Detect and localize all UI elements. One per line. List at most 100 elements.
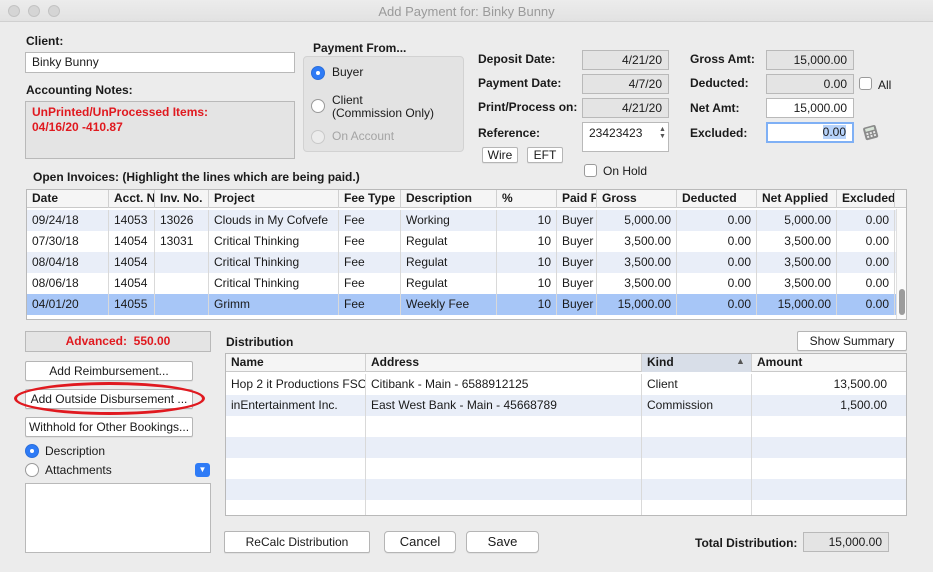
- distribution-table: Name Address Kind ▲ Amount Hop 2 it Prod…: [225, 353, 907, 516]
- reference-stepper-icon[interactable]: ▲ ▼: [659, 126, 666, 140]
- payment-from-on-account-radio[interactable]: [311, 130, 325, 144]
- recalc-distribution-button[interactable]: ReCalc Distribution: [224, 531, 370, 553]
- invoice-row[interactable]: 09/24/18 14053 13026 Clouds in My Cofvef…: [27, 210, 906, 231]
- dist-amount: 13,500.00: [833, 377, 887, 391]
- invoice-deducted: 0.00: [677, 294, 757, 315]
- col-fee-type[interactable]: Fee Type: [339, 190, 401, 208]
- invoice-gross: 3,500.00: [597, 252, 677, 273]
- invoice-description: Weekly Fee: [401, 294, 497, 315]
- accounting-notes-box[interactable]: UnPrinted/UnProcessed Items: 04/16/20 -4…: [25, 101, 295, 159]
- invoice-inv-no: [155, 252, 209, 273]
- attachments-dropdown-icon[interactable]: ▼: [195, 463, 210, 477]
- eft-button[interactable]: EFT: [527, 147, 563, 163]
- withhold-other-bookings-button[interactable]: Withhold for Other Bookings...: [25, 417, 193, 437]
- invoice-row[interactable]: 08/06/18 14054 Critical Thinking Fee Reg…: [27, 273, 906, 294]
- payment-from-client-sublabel: (Commission Only): [332, 106, 435, 120]
- invoice-paid-from: Buyer: [557, 210, 597, 231]
- dist-col-name[interactable]: Name: [226, 354, 366, 372]
- col-deducted[interactable]: Deducted: [677, 190, 757, 208]
- col-gross[interactable]: Gross: [597, 190, 677, 208]
- invoice-inv-no: [155, 273, 209, 294]
- print-process-date-field[interactable]: 4/21/20: [582, 98, 669, 118]
- col-project[interactable]: Project: [209, 190, 339, 208]
- invoice-row-selected[interactable]: 04/01/20 14055 Grimm Fee Weekly Fee 10 B…: [27, 294, 906, 315]
- invoice-gross: 3,500.00: [597, 273, 677, 294]
- invoice-row[interactable]: 08/04/18 14054 Critical Thinking Fee Reg…: [27, 252, 906, 273]
- invoice-net-applied: 3,500.00: [757, 231, 837, 252]
- dist-col-address[interactable]: Address: [366, 354, 642, 372]
- client-field[interactable]: Binky Bunny: [25, 52, 295, 73]
- invoice-gross: 5,000.00: [597, 210, 677, 231]
- open-invoices-header: Date Acct. N Inv. No. Project Fee Type D…: [27, 190, 906, 208]
- invoice-project: Critical Thinking: [209, 273, 339, 294]
- invoice-net-applied: 3,500.00: [757, 252, 837, 273]
- invoice-net-applied: 15,000.00: [757, 294, 837, 315]
- net-amt-field[interactable]: 15,000.00: [766, 98, 854, 118]
- deposit-date-label: Deposit Date:: [478, 52, 556, 66]
- invoice-project: Critical Thinking: [209, 252, 339, 273]
- calculator-icon[interactable]: [862, 123, 880, 141]
- save-button[interactable]: Save: [466, 531, 539, 553]
- excluded-field[interactable]: 0.00: [766, 122, 854, 143]
- distribution-row[interactable]: inEntertainment Inc. East West Bank - Ma…: [226, 395, 906, 416]
- col-acct-no[interactable]: Acct. N: [109, 190, 155, 208]
- col-inv-no[interactable]: Inv. No.: [155, 190, 209, 208]
- invoice-project: Grimm: [209, 294, 339, 315]
- distribution-row[interactable]: Hop 2 it Productions FSO Citibank - Main…: [226, 374, 906, 395]
- deducted-all-checkbox[interactable]: [859, 77, 872, 90]
- dist-col-amount[interactable]: Amount: [752, 354, 906, 372]
- invoice-description: Regulat: [401, 252, 497, 273]
- payment-from-buyer-radio[interactable]: [311, 66, 325, 80]
- col-percent[interactable]: %: [497, 190, 557, 208]
- gross-amt-field[interactable]: 15,000.00: [766, 50, 854, 70]
- description-textarea[interactable]: [25, 483, 211, 553]
- dist-address: Citibank - Main - 6588912125: [366, 374, 642, 395]
- wire-button[interactable]: Wire: [482, 147, 518, 163]
- payment-date-field[interactable]: 4/7/20: [582, 74, 669, 94]
- invoices-scroll-thumb[interactable]: [899, 289, 905, 315]
- total-distribution-field: 15,000.00: [803, 532, 889, 552]
- deducted-field[interactable]: 0.00: [766, 74, 854, 94]
- invoice-excluded: 0.00: [837, 273, 895, 294]
- invoice-gross: 3,500.00: [597, 231, 677, 252]
- invoice-deducted: 0.00: [677, 273, 757, 294]
- accounting-notes-label: Accounting Notes:: [26, 83, 133, 97]
- attachments-radio[interactable]: [25, 463, 39, 477]
- distribution-empty-row: [226, 458, 906, 479]
- invoice-description: Regulat: [401, 231, 497, 252]
- add-reimbursement-button[interactable]: Add Reimbursement...: [25, 361, 193, 381]
- on-hold-checkbox[interactable]: [584, 164, 597, 177]
- invoice-row[interactable]: 07/30/18 14054 13031 Critical Thinking F…: [27, 231, 906, 252]
- deposit-date-field[interactable]: 4/21/20: [582, 50, 669, 70]
- invoice-fee-type: Fee: [339, 294, 401, 315]
- invoice-excluded: 0.00: [837, 294, 895, 315]
- invoice-paid-from: Buyer: [557, 294, 597, 315]
- invoice-percent: 10: [497, 294, 557, 315]
- invoice-paid-from: Buyer: [557, 252, 597, 273]
- invoice-description: Working: [401, 210, 497, 231]
- col-net-applied[interactable]: Net Applied: [757, 190, 837, 208]
- description-radio[interactable]: [25, 444, 39, 458]
- distribution-empty-row: [226, 437, 906, 458]
- show-summary-button[interactable]: Show Summary: [797, 331, 907, 351]
- invoice-paid-from: Buyer: [557, 273, 597, 294]
- invoices-scrollbar[interactable]: [896, 209, 906, 319]
- reference-field[interactable]: 23423423: [582, 122, 669, 152]
- payment-from-client-radio[interactable]: [311, 99, 325, 113]
- invoice-gross: 15,000.00: [597, 294, 677, 315]
- col-date[interactable]: Date: [27, 190, 109, 208]
- col-excluded[interactable]: Excluded: [837, 190, 895, 208]
- distribution-header: Name Address Kind ▲ Amount: [226, 354, 906, 372]
- payment-from-label: Payment From...: [313, 41, 407, 55]
- distribution-label: Distribution: [226, 335, 294, 349]
- invoice-percent: 10: [497, 273, 557, 294]
- reference-label: Reference:: [478, 126, 541, 140]
- col-paid-from[interactable]: Paid F: [557, 190, 597, 208]
- payment-date-label: Payment Date:: [478, 76, 562, 90]
- invoice-acct: 14054: [109, 252, 155, 273]
- cancel-button[interactable]: Cancel: [384, 531, 456, 553]
- description-radio-label: Description: [45, 444, 106, 458]
- invoice-inv-no: [155, 294, 209, 315]
- invoice-date: 08/06/18: [27, 273, 109, 294]
- col-description[interactable]: Description: [401, 190, 497, 208]
